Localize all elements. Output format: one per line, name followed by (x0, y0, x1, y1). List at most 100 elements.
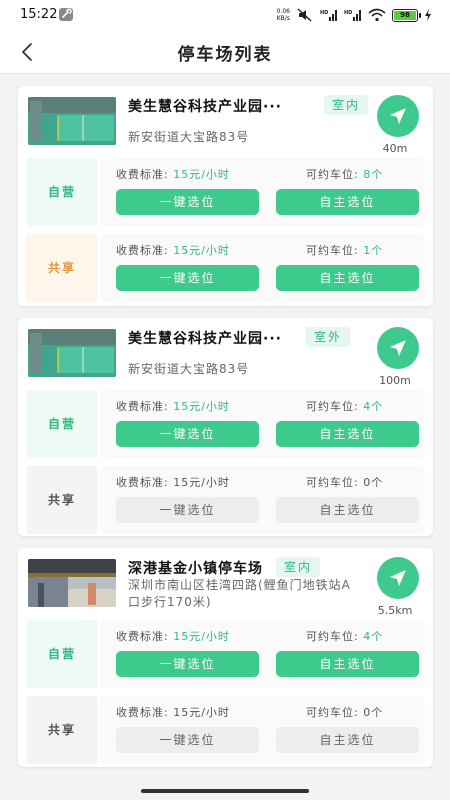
status-time: 15:22 (20, 7, 58, 22)
mute-icon (297, 8, 312, 22)
spot-row-self-operated: 自营 收费标准: 15元/小时 可约车位: 4个 一键选位 自主选位 (26, 390, 425, 458)
spots-info: 可约车位: 0个 (306, 704, 383, 720)
manual-select-button[interactable]: 自主选位 (276, 727, 419, 753)
parking-lot-name: 美生慧谷科技产业园··· (128, 99, 282, 115)
quick-select-button[interactable]: 一键选位 (116, 727, 259, 753)
spots-value: 0个 (363, 706, 384, 719)
fee-info: 收费标准: 15元/小时 (116, 474, 230, 490)
spots-value: 8个 (363, 168, 384, 181)
fee-value: 15元/小时 (173, 168, 230, 181)
spots-value: 4个 (363, 630, 384, 643)
fee-value: 15元/小时 (173, 400, 230, 413)
spot-row-self-operated: 自营 收费标准: 15元/小时 可约车位: 8个 一键选位 自主选位 (26, 158, 425, 226)
spots-info: 可约车位: 4个 (306, 628, 383, 644)
fee-info: 收费标准: 15元/小时 (116, 704, 230, 720)
quick-select-button[interactable]: 一键选位 (116, 189, 259, 215)
wifi-icon (368, 8, 386, 22)
spots-label: 可约车位: (306, 244, 359, 257)
spots-info: 可约车位: 1个 (306, 242, 383, 258)
spots-value: 1个 (363, 244, 384, 257)
spot-row-shared: 共享 收费标准: 15元/小时 可约车位: 1个 一键选位 自主选位 (26, 234, 425, 302)
spot-row-shared: 共享 收费标准: 15元/小时 可约车位: 0个 一键选位 自主选位 (26, 466, 425, 534)
manual-select-button[interactable]: 自主选位 (276, 497, 419, 523)
quick-select-button[interactable]: 一键选位 (116, 651, 259, 677)
fee-info: 收费标准: 15元/小时 (116, 628, 230, 644)
fee-value: 15元/小时 (173, 630, 230, 643)
navigate-button[interactable] (377, 327, 419, 369)
fee-value: 15元/小时 (173, 706, 230, 719)
manual-select-button[interactable]: 自主选位 (276, 651, 419, 677)
net-speed-value: 0.06 (276, 8, 290, 15)
row-body: 收费标准: 15元/小时 可约车位: 4个 一键选位 自主选位 (100, 620, 425, 688)
navigation-arrow-icon (390, 570, 406, 586)
fee-label: 收费标准: (116, 706, 169, 719)
navigation-arrow-icon (390, 340, 406, 356)
fee-label: 收费标准: (116, 400, 169, 413)
spots-value: 4个 (363, 400, 384, 413)
fee-value: 15元/小时 (173, 244, 230, 257)
hd-signal-icon: HD (320, 10, 337, 21)
parking-lot-photo (28, 97, 116, 145)
fee-info: 收费标准: 15元/小时 (116, 398, 230, 414)
battery-level: 98 (394, 10, 416, 20)
spots-label: 可约车位: (306, 168, 359, 181)
spots-label: 可约车位: (306, 400, 359, 413)
manual-select-button[interactable]: 自主选位 (276, 265, 419, 291)
parking-lot-name: 深港基金小镇停车场 (128, 561, 263, 577)
row-tag: 共享 (26, 696, 98, 764)
row-tag: 共享 (26, 234, 98, 302)
parking-lot-card[interactable]: 美生慧谷科技产业园··· 室内 新安街道大宝路83号 40m 自营 收费标准: … (18, 86, 433, 306)
page-title: 停车场列表 (177, 45, 273, 65)
parking-lot-header: 美生慧谷科技产业园··· 室外 新安街道大宝路83号 100m (18, 318, 433, 390)
row-body: 收费标准: 15元/小时 可约车位: 8个 一键选位 自主选位 (100, 158, 425, 226)
spots-info: 可约车位: 8个 (306, 166, 383, 182)
fee-info: 收费标准: 15元/小时 (116, 242, 230, 258)
spots-label: 可约车位: (306, 630, 359, 643)
manual-select-button[interactable]: 自主选位 (276, 421, 419, 447)
row-tag: 自营 (26, 390, 98, 458)
net-speed: 0.06 KB/s (277, 8, 290, 22)
lot-type-badge: 室内 (276, 557, 321, 577)
lot-type-badge: 室外 (306, 327, 351, 347)
parking-lot-address: 新安街道大宝路83号 (128, 130, 250, 144)
row-body: 收费标准: 15元/小时 可约车位: 0个 一键选位 自主选位 (100, 696, 425, 764)
navigation-arrow-icon (390, 108, 406, 124)
manual-select-button[interactable]: 自主选位 (276, 189, 419, 215)
distance-label: 100m (379, 374, 411, 387)
quick-select-button[interactable]: 一键选位 (116, 421, 259, 447)
lot-type-badge: 室内 (324, 95, 369, 115)
fee-label: 收费标准: (116, 630, 169, 643)
spot-row-self-operated: 自营 收费标准: 15元/小时 可约车位: 4个 一键选位 自主选位 (26, 620, 425, 688)
parking-lot-header: 美生慧谷科技产业园··· 室内 新安街道大宝路83号 40m (18, 86, 433, 158)
hd-signal-icon: HD (344, 10, 361, 21)
row-body: 收费标准: 15元/小时 可约车位: 0个 一键选位 自主选位 (100, 466, 425, 534)
row-body: 收费标准: 15元/小时 可约车位: 1个 一键选位 自主选位 (100, 234, 425, 302)
row-tag: 自营 (26, 158, 98, 226)
home-indicator[interactable] (141, 789, 309, 793)
fee-label: 收费标准: (116, 476, 169, 489)
charging-icon (425, 9, 431, 21)
distance-label: 40m (382, 142, 408, 155)
svg-text:HD: HD (320, 10, 328, 16)
fee-value: 15元/小时 (173, 476, 230, 489)
status-bar: 15:22 0.06 KB/s HD HD 98 (0, 0, 450, 30)
parking-lot-photo (28, 559, 116, 607)
spot-row-shared: 共享 收费标准: 15元/小时 可约车位: 0个 一键选位 自主选位 (26, 696, 425, 764)
spots-label: 可约车位: (306, 706, 359, 719)
fee-label: 收费标准: (116, 168, 169, 181)
battery-icon: 98 (392, 8, 421, 22)
spots-info: 可约车位: 0个 (306, 474, 383, 490)
parking-lot-photo (28, 329, 116, 377)
distance-label: 5.5km (377, 604, 413, 617)
net-speed-unit: KB/s (276, 15, 290, 22)
quick-select-button[interactable]: 一键选位 (116, 497, 259, 523)
navigate-button[interactable] (377, 95, 419, 137)
quick-select-button[interactable]: 一键选位 (116, 265, 259, 291)
spots-value: 0个 (363, 476, 384, 489)
parking-lot-header: 深港基金小镇停车场 室内 深圳市南山区桂湾四路(鲤鱼门地铁站A口步行170米) … (18, 548, 433, 620)
parking-lot-card[interactable]: 美生慧谷科技产业园··· 室外 新安街道大宝路83号 100m 自营 收费标准:… (18, 318, 433, 536)
fee-info: 收费标准: 15元/小时 (116, 166, 230, 182)
navigate-button[interactable] (377, 557, 419, 599)
parking-lot-card[interactable]: 深港基金小镇停车场 室内 深圳市南山区桂湾四路(鲤鱼门地铁站A口步行170米) … (18, 548, 433, 767)
wrench-icon (59, 8, 73, 21)
